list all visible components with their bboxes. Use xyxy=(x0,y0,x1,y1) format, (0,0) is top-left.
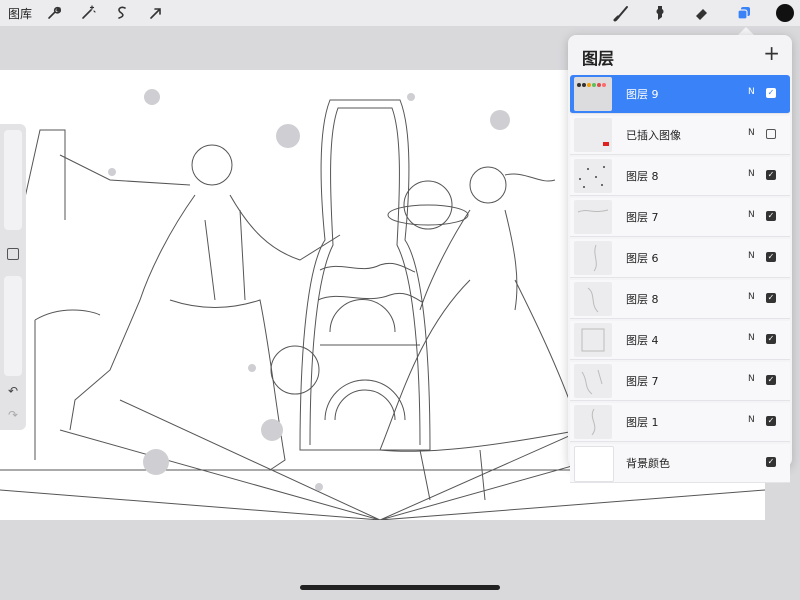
layer-visibility-checkbox[interactable]: ✓ xyxy=(766,416,776,426)
layer-row[interactable]: 图层 9 N ✓ xyxy=(570,75,790,114)
layer-row[interactable]: 图层 6 N ✓ xyxy=(570,239,790,278)
layer-row[interactable]: 图层 7 N ✓ xyxy=(570,198,790,237)
brush-size-slider[interactable] xyxy=(4,130,22,230)
layer-row[interactable]: 图层 7 N ✓ xyxy=(570,362,790,401)
panel-pointer xyxy=(738,27,754,35)
layer-thumbnail xyxy=(574,241,612,275)
layer-visibility-checkbox[interactable]: ✓ xyxy=(766,375,776,385)
brush-icon[interactable] xyxy=(612,3,632,23)
layers-panel: 图层 + 图层 9 N ✓ 已插入图像 N 图层 8 N ✓ 图层 7 N ✓ … xyxy=(568,35,792,483)
left-sidebar: ↶ ↷ xyxy=(0,124,26,430)
layer-thumbnail xyxy=(574,77,612,111)
magic-wand-icon[interactable] xyxy=(78,3,98,23)
color-swatch[interactable] xyxy=(776,4,794,22)
undo-icon[interactable]: ↶ xyxy=(5,384,21,400)
layers-icon[interactable] xyxy=(734,3,754,23)
layer-visibility-checkbox[interactable]: ✓ xyxy=(766,211,776,221)
layer-row[interactable]: 图层 4 N ✓ xyxy=(570,321,790,360)
layer-thumbnail xyxy=(574,118,612,152)
layer-thumbnail xyxy=(574,282,612,316)
layer-row[interactable]: 已插入图像 N xyxy=(570,116,790,155)
home-indicator[interactable] xyxy=(300,585,500,590)
panel-title: 图层 xyxy=(582,49,615,68)
layer-thumbnail xyxy=(574,159,612,193)
add-layer-button[interactable]: + xyxy=(763,41,780,65)
smudge-icon[interactable] xyxy=(650,3,670,23)
layer-row-background[interactable]: 背景颜色 ✓ xyxy=(570,444,790,483)
layer-visibility-checkbox[interactable]: ✓ xyxy=(766,170,776,180)
layer-visibility-checkbox[interactable]: ✓ xyxy=(766,334,776,344)
selection-icon[interactable] xyxy=(112,3,132,23)
layer-list: 图层 9 N ✓ 已插入图像 N 图层 8 N ✓ 图层 7 N ✓ 图层 6 … xyxy=(570,75,790,485)
layer-row[interactable]: 图层 8 N ✓ xyxy=(570,157,790,196)
opacity-slider[interactable] xyxy=(4,276,22,376)
layer-thumbnail xyxy=(574,446,614,482)
move-arrow-icon[interactable] xyxy=(146,3,166,23)
top-toolbar: 图库 xyxy=(0,0,800,26)
layer-visibility-checkbox[interactable]: ✓ xyxy=(766,457,776,467)
layer-visibility-checkbox[interactable]: ✓ xyxy=(766,88,776,98)
eraser-icon[interactable] xyxy=(692,3,712,23)
wrench-icon[interactable] xyxy=(44,3,64,23)
layer-visibility-checkbox[interactable]: ✓ xyxy=(766,252,776,262)
layer-visibility-checkbox[interactable] xyxy=(766,129,776,139)
redo-icon[interactable]: ↷ xyxy=(5,408,21,424)
layer-thumbnail xyxy=(574,200,612,234)
layer-thumbnail xyxy=(574,405,612,439)
layer-visibility-checkbox[interactable]: ✓ xyxy=(766,293,776,303)
layer-thumbnail xyxy=(574,364,612,398)
layer-row[interactable]: 图层 8 N ✓ xyxy=(570,280,790,319)
layer-thumbnail xyxy=(574,323,612,357)
gallery-button[interactable]: 图库 xyxy=(8,5,32,22)
modify-button[interactable] xyxy=(7,248,19,260)
layer-row[interactable]: 图层 1 N ✓ xyxy=(570,403,790,442)
